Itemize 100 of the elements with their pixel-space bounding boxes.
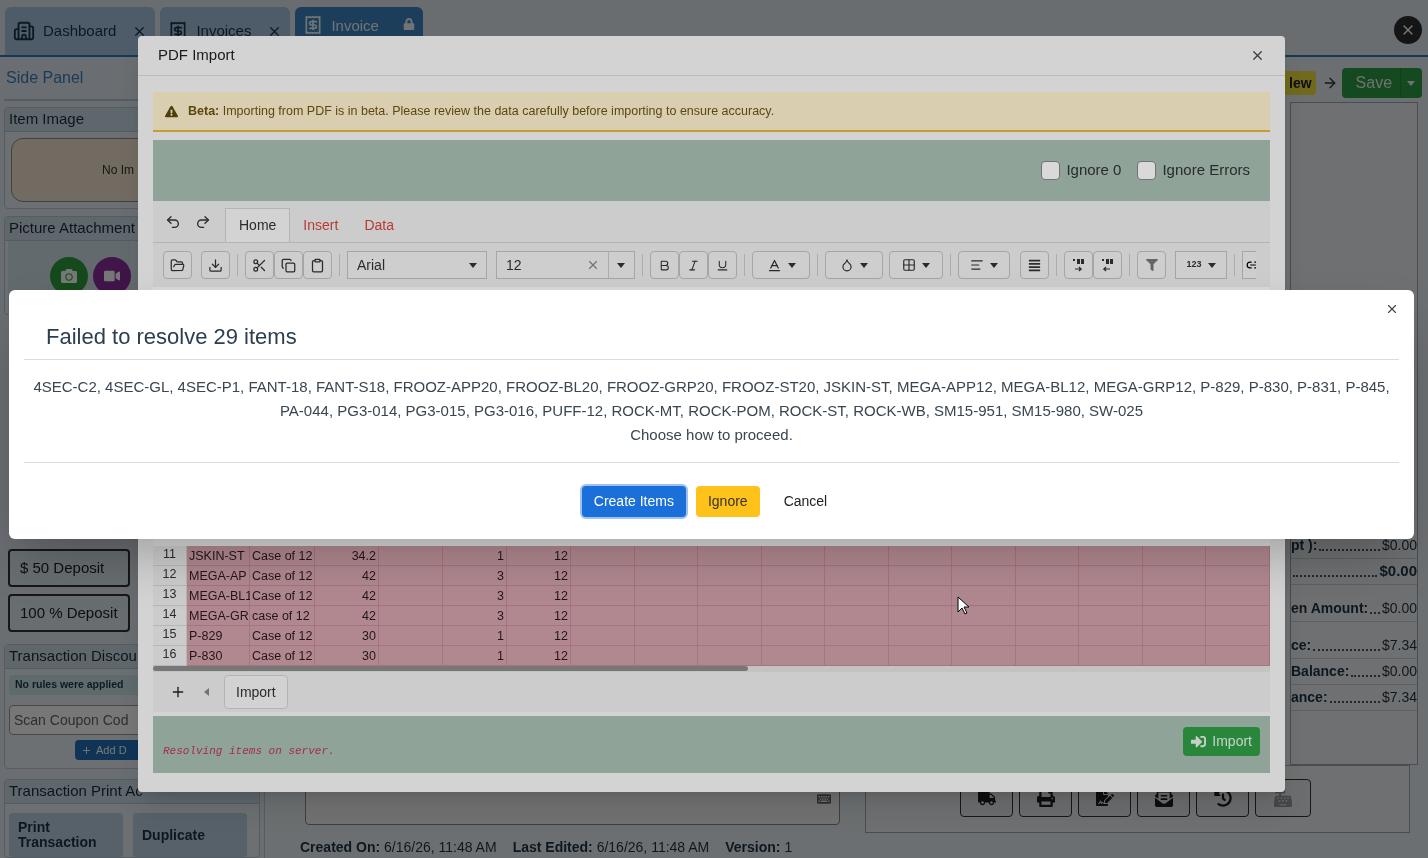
deposit-button[interactable]: $ 50 Deposit [8, 549, 130, 587]
grid-cell: Case of 12 [250, 626, 315, 646]
toolbar-button[interactable] [889, 251, 943, 279]
grid-cell [1015, 546, 1080, 566]
grid-cell [1142, 546, 1207, 566]
toolbar-button[interactable] [708, 251, 737, 279]
checkbox[interactable] [1041, 161, 1061, 180]
row-number: 15 [153, 626, 187, 646]
toolbar-button[interactable] [303, 251, 332, 279]
tab-label: Invoice [331, 16, 379, 36]
grid-cell [698, 646, 762, 666]
ribbon-tab[interactable]: Home [225, 208, 291, 242]
record-meta: Version: 1 [725, 838, 793, 857]
toolbar-button[interactable] [201, 251, 230, 279]
dialog-button[interactable]: Ignore [695, 485, 760, 517]
receipt-icon [303, 15, 324, 35]
grid-cell: 1 [443, 546, 507, 566]
ribbon-tab[interactable]: Data [351, 208, 407, 242]
keyboard-icon [817, 791, 831, 806]
grid-cell: 3 [443, 586, 507, 606]
grid-cell [379, 546, 443, 566]
font-name-select[interactable]: Arial [347, 251, 487, 279]
grid-cell [952, 566, 1016, 586]
grid-cell: 1 [443, 626, 507, 646]
video-icon [104, 268, 120, 284]
close-button[interactable] [1394, 16, 1422, 44]
undo-icon[interactable] [165, 214, 181, 230]
italic-icon [687, 258, 700, 272]
grid-cell [379, 646, 443, 666]
import-button[interactable]: Import [1183, 727, 1260, 756]
close-icon[interactable] [1250, 48, 1265, 63]
grid-cell [571, 646, 635, 666]
grid-cell: 42 [315, 606, 379, 626]
clear-icon [586, 258, 600, 272]
grid-cell: Case of 12 [250, 566, 315, 586]
redo-icon[interactable] [195, 214, 211, 230]
toolbar-button[interactable] [679, 251, 708, 279]
checkbox[interactable] [1137, 161, 1157, 180]
folder-icon [170, 257, 185, 273]
toolbar-button[interactable] [1020, 251, 1049, 279]
scrollbar-thumb[interactable] [153, 666, 748, 671]
caret-icon [617, 262, 625, 268]
wrap-icon [1028, 258, 1041, 272]
caret-icon [1207, 262, 1216, 268]
ribbon-tab[interactable]: Insert [290, 208, 352, 242]
dialog-button[interactable]: Cancel [769, 485, 842, 517]
dialog-button[interactable]: Create Items [581, 485, 686, 517]
caret-icon [1407, 80, 1416, 86]
toolbar-button[interactable] [274, 251, 303, 279]
grid-cell: 42 [315, 566, 379, 586]
print-action-button[interactable]: Duplicate [133, 813, 247, 857]
summary-label: ance: [1291, 688, 1328, 707]
sheet-tab[interactable]: Import [224, 675, 288, 709]
checkbox-label: Ignore Errors [1162, 160, 1250, 181]
grid-cell: Case of 12 [250, 586, 315, 606]
toolbar-button[interactable] [752, 251, 810, 279]
toolbar-button[interactable] [245, 251, 274, 279]
scroll-left-icon[interactable] [204, 688, 209, 696]
record-meta: Last Edited: 6/16/26, 11:48 AM [512, 838, 710, 857]
add-sheet-icon[interactable] [170, 684, 186, 700]
toolbar-button[interactable] [163, 251, 192, 279]
lock-icon [402, 18, 415, 30]
app-tab[interactable]: Dashboard [5, 7, 156, 55]
number-format-select[interactable]: 123 [1175, 251, 1227, 279]
grid-cell [634, 546, 699, 566]
grid-cell [1015, 566, 1080, 586]
grid-cell: MEGA-AP [187, 566, 250, 586]
toolbar-button[interactable] [1093, 251, 1122, 279]
grid-cell [571, 546, 635, 566]
tab-label: Dashboard [43, 20, 117, 41]
grid-cell: 1 [443, 646, 507, 666]
grid-cell [1142, 646, 1207, 666]
close-icon[interactable] [1385, 302, 1399, 316]
paste-icon [310, 257, 325, 273]
font-color-icon [766, 257, 782, 273]
deposit-button[interactable]: 100 % Deposit [8, 594, 130, 632]
toolbar-button[interactable] [1242, 251, 1256, 279]
borders-icon [902, 258, 916, 272]
placeholder-text: No Im [102, 162, 134, 179]
grid-cell [888, 646, 953, 666]
grid-cell: JSKIN-ST [187, 546, 250, 566]
grid-cell [825, 566, 889, 586]
row-number: 13 [153, 586, 187, 606]
camera-icon [61, 268, 77, 284]
font-size-select[interactable]: 12 [496, 251, 635, 279]
record-meta: Created On: 6/16/26, 11:48 AM [300, 838, 497, 857]
grid-cell: 3 [443, 566, 507, 586]
toolbar-button[interactable] [650, 251, 679, 279]
print-action-button[interactable]: Print Transaction [9, 813, 123, 857]
toolbar-button[interactable] [825, 251, 883, 279]
grid-cell [571, 566, 635, 586]
save-button[interactable]: Save [1341, 68, 1422, 98]
grid-cell [888, 546, 953, 566]
summary-value: $0.00 [1381, 599, 1417, 618]
grid-cell: 12 [507, 626, 571, 646]
row-number: 16 [153, 646, 187, 666]
dialog-title: Failed to resolve 29 items [46, 324, 297, 349]
toolbar-button[interactable] [958, 251, 1010, 279]
status-badge: lew [1285, 71, 1316, 95]
toolbar-button[interactable] [1064, 251, 1093, 279]
